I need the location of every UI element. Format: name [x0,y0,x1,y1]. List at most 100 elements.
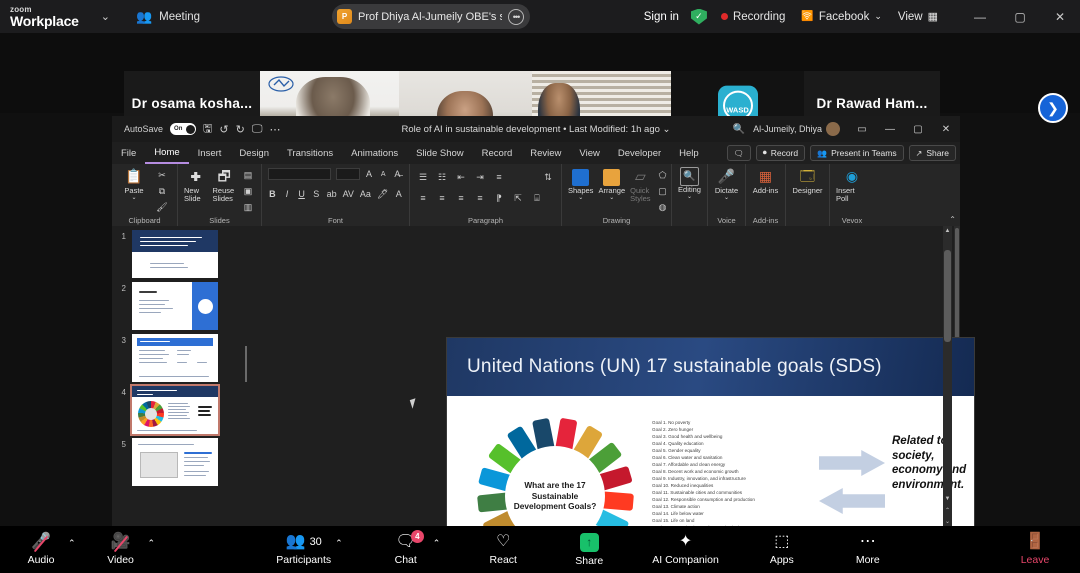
slide-thumbnail[interactable] [130,384,220,436]
restore-icon[interactable]: ▢ [904,116,932,142]
insert-poll-button[interactable]: ◉ Insert Poll [836,167,868,204]
restore-icon[interactable]: ▢ [1000,0,1040,33]
format-painter-icon[interactable]: 🖌 [155,200,169,214]
bullets-icon[interactable]: ☰ [416,170,430,184]
share-button[interactable]: ↑ Share [566,532,612,567]
numbering-icon[interactable]: ☷ [435,170,449,184]
tab-insert[interactable]: Insert [189,142,231,164]
slide-thumbnail[interactable] [132,282,218,330]
close-icon[interactable]: ✕ [932,116,960,142]
chevron-up-icon[interactable]: ⌃ [433,538,441,549]
quick-styles-button[interactable]: ▱ Quick Styles [630,167,650,204]
bold-button[interactable]: B [268,187,277,201]
shrink-font-icon[interactable]: A [378,167,389,181]
panel-splitter[interactable] [242,226,250,526]
layout-icon[interactable]: ▤ [241,168,255,182]
participants-button[interactable]: 👥 30 Participants [276,533,331,567]
more-qat-icon[interactable]: ⋯ [269,123,280,136]
text-highlight-icon[interactable]: 🖊 [377,187,388,201]
align-right-icon[interactable]: ≡ [454,191,468,205]
text-shadow-button[interactable]: S [312,187,321,201]
chevron-up-icon[interactable]: ⌃ [949,215,956,224]
recording-indicator[interactable]: Recording [720,11,785,23]
new-slide-button[interactable]: 🞧 New Slide [184,167,208,204]
ai-companion-button[interactable]: ✦ AI Companion [652,533,719,567]
reset-icon[interactable]: ▣ [241,184,255,198]
user-avatar[interactable] [826,122,840,136]
tab-design[interactable]: Design [230,142,278,164]
scroll-down-icon[interactable]: ▼ [943,494,952,504]
screen-share-pill[interactable]: P Prof Dhiya Al-Jumeily OBE's scree ••• [332,4,530,29]
redo-icon[interactable]: ↻ [236,123,245,136]
tab-record[interactable]: Record [473,142,522,164]
present-in-teams-button[interactable]: 👥 Present in Teams [810,145,904,161]
meeting-menu[interactable]: 👥 Meeting [136,9,200,25]
apps-button[interactable]: ⬚ Apps [759,533,805,567]
slide-thumbnail-row[interactable]: 5 [112,438,242,486]
tab-review[interactable]: Review [521,142,570,164]
slide-thumbnail-row[interactable]: 3 [112,334,242,382]
chevron-down-icon[interactable]: ⌄ [663,124,671,135]
strikethrough-button[interactable]: ab [327,187,337,201]
justify-icon[interactable]: ≡ [473,191,487,205]
font-name-input[interactable] [268,168,331,180]
share-button[interactable]: ↗ Share [908,145,956,161]
close-icon[interactable]: ✕ [1040,0,1080,33]
increase-indent-icon[interactable]: ⇥ [473,170,487,184]
arrange-button[interactable]: Arrange ⌄ [598,167,625,202]
shape-outline-icon[interactable]: ▢ [656,184,670,198]
cut-scissors-icon[interactable]: ✂ [155,168,169,182]
react-button[interactable]: ♡ React [480,533,526,567]
convert-smartart-icon[interactable]: ⌸ [530,191,544,205]
facebook-live-menu[interactable]: 🛜 Facebook ⌄ [801,11,882,23]
decrease-indent-icon[interactable]: ⇤ [454,170,468,184]
audio-button[interactable]: 🎤Audio [18,533,64,567]
view-menu[interactable]: View ▦ [898,10,938,24]
text-direction-icon[interactable]: ⇅ [541,170,555,184]
chevron-right-icon[interactable]: ❯ [1038,93,1068,123]
chat-button[interactable]: 🗨 4 Chat [383,530,429,566]
font-size-input[interactable] [335,168,361,180]
scroll-up-icon[interactable]: ▲ [943,226,952,236]
tab-file[interactable]: File [112,142,145,164]
video-button[interactable]: 🎥Video [98,533,144,567]
clear-formatting-icon[interactable]: A̶ [392,167,403,181]
slide-thumbnail-row[interactable]: 2 [112,282,242,330]
slide-canvas[interactable]: United Nations (UN) 17 sustainable goals… [250,226,974,573]
tab-transitions[interactable]: Transitions [278,142,342,164]
align-left-icon[interactable]: ≡ [416,191,430,205]
minimize-icon[interactable]: — [960,0,1000,33]
reuse-slides-button[interactable]: 🗗 Reuse Slides [213,167,237,204]
grow-font-icon[interactable]: A [363,167,374,181]
canvas-scrollbar-thumb[interactable] [944,250,951,342]
paste-button[interactable]: 📋 Paste ⌄ [118,167,150,202]
columns-icon[interactable]: ⁋ [492,191,506,205]
tab-help[interactable]: Help [670,142,708,164]
chevron-down-icon[interactable]: ⌄ [101,10,110,23]
canvas-scrollbar[interactable]: ▲ ▼ ⌃ ⌄ [943,226,952,526]
shapes-button[interactable]: Shapes ⌄ [568,167,593,202]
character-spacing-icon[interactable]: AV [343,187,354,201]
previous-slide-icon[interactable]: ⌃ [943,505,952,515]
italic-button[interactable]: I [283,187,292,201]
font-color-icon[interactable]: A [394,187,403,201]
copy-icon[interactable]: ⧉ [155,184,169,198]
dictate-button[interactable]: 🎤 Dictate ⌄ [711,167,743,202]
chevron-up-icon[interactable]: ⌃ [148,538,156,549]
align-center-icon[interactable]: ≡ [435,191,449,205]
search-icon[interactable]: 🔍 [725,116,753,142]
shape-fill-icon[interactable]: ⬠ [656,168,670,182]
change-case-icon[interactable]: Aa [360,187,371,201]
ribbon-display-icon[interactable]: ▭ [848,116,876,142]
tab-animations[interactable]: Animations [342,142,407,164]
slide-thumbnail[interactable] [132,438,218,486]
ellipsis-circle-icon[interactable]: ••• [508,8,524,25]
tab-developer[interactable]: Developer [609,142,670,164]
sign-in-button[interactable]: Sign in [644,11,679,23]
thumbnail-scrollbar-thumb[interactable] [955,228,959,348]
more-button[interactable]: ⋯ More [845,533,891,567]
chevron-up-icon[interactable]: ⌃ [335,538,343,549]
chevron-up-icon[interactable]: ⌃ [68,538,76,549]
next-slide-icon[interactable]: ⌄ [943,516,952,526]
section-icon[interactable]: ▥ [241,200,255,214]
